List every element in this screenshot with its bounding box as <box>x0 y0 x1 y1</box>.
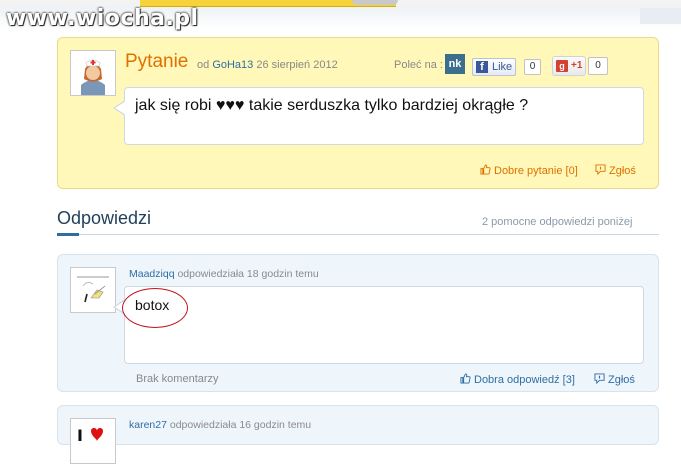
answer-meta-text: odpowiedziała 16 godzin temu <box>169 419 312 431</box>
bubble-tail-inner <box>115 101 126 115</box>
nurse-avatar-icon <box>71 51 115 95</box>
share-label: Poleć na : <box>394 59 443 71</box>
good-question-label: Dobre pytanie [0] <box>494 165 578 177</box>
i-love-avatar-icon: I <box>71 419 115 463</box>
answer-box: I karen27 odpowiedziała 16 godzin temu <box>57 405 659 464</box>
answers-summary: 2 pomocne odpowiedzi poniżej <box>482 216 633 228</box>
facebook-like-button[interactable]: f Like <box>472 58 516 76</box>
question-box: Pytanie od GoHa13 26 sierpień 2012 Poleć… <box>57 37 659 189</box>
top-right-area <box>640 8 681 24</box>
avatar[interactable] <box>70 50 116 96</box>
answer-meta: Maadziqq odpowiedziała 18 godzin temu <box>129 268 319 280</box>
good-answer-label: Dobra odpowiedź [3] <box>474 374 575 386</box>
svg-text:I: I <box>77 426 83 445</box>
question-date: 26 sierpień 2012 <box>256 59 338 71</box>
comments-link[interactable]: Brak komentarzy <box>136 373 219 385</box>
answer-author-link[interactable]: Maadziqq <box>129 268 175 280</box>
answers-divider <box>57 233 659 236</box>
report-answer-label: Zgłoś <box>608 374 635 386</box>
question-meta: od GoHa13 26 sierpień 2012 <box>197 59 338 71</box>
nav-tab[interactable] <box>352 0 398 5</box>
answer-meta: karen27 odpowiedziała 16 godzin temu <box>129 419 311 431</box>
answer-avatar[interactable] <box>70 267 116 313</box>
answer-bubble: botox <box>113 286 644 364</box>
meta-prefix: od <box>197 59 210 71</box>
highlight-ellipse <box>122 288 188 328</box>
thumbs-up-icon <box>480 164 491 175</box>
answer-author-link[interactable]: karen27 <box>129 419 167 431</box>
answers-divider-accent <box>57 233 79 236</box>
google-plus-icon: g <box>556 60 568 72</box>
google-plus-label: +1 <box>571 60 583 71</box>
answer-meta-text: odpowiedziała 18 godzin temu <box>177 268 319 280</box>
google-plus-button[interactable]: g +1 <box>552 56 586 76</box>
question-title: Pytanie <box>125 51 189 72</box>
facebook-icon: f <box>476 61 488 73</box>
watermark: www.wiocha.pl <box>6 6 199 31</box>
report-question-button[interactable]: Zgłoś <box>595 164 636 177</box>
author-link[interactable]: GoHa13 <box>212 59 253 71</box>
answers-heading: Odpowiedzi <box>57 208 152 228</box>
answer-avatar[interactable]: I <box>70 418 116 464</box>
report-question-label: Zgłoś <box>609 165 636 177</box>
good-question-button[interactable]: Dobre pytanie [0] <box>480 164 578 177</box>
google-plus-count: 0 <box>588 57 608 75</box>
drawing-avatar-icon <box>71 268 115 312</box>
facebook-like-label: Like <box>492 61 513 73</box>
report-icon <box>595 164 606 175</box>
facebook-like-count: 0 <box>524 59 541 75</box>
question-text: jak się robi ♥♥♥ takie serduszka tylko b… <box>135 97 529 114</box>
good-answer-button[interactable]: Dobra odpowiedź [3] <box>460 373 575 386</box>
report-answer-button[interactable]: Zgłoś <box>594 373 635 386</box>
report-icon <box>594 373 605 384</box>
thumbs-up-icon <box>460 373 471 384</box>
question-bubble: jak się robi ♥♥♥ takie serduszka tylko b… <box>113 87 644 145</box>
nk-share-button[interactable]: nk <box>445 54 465 74</box>
